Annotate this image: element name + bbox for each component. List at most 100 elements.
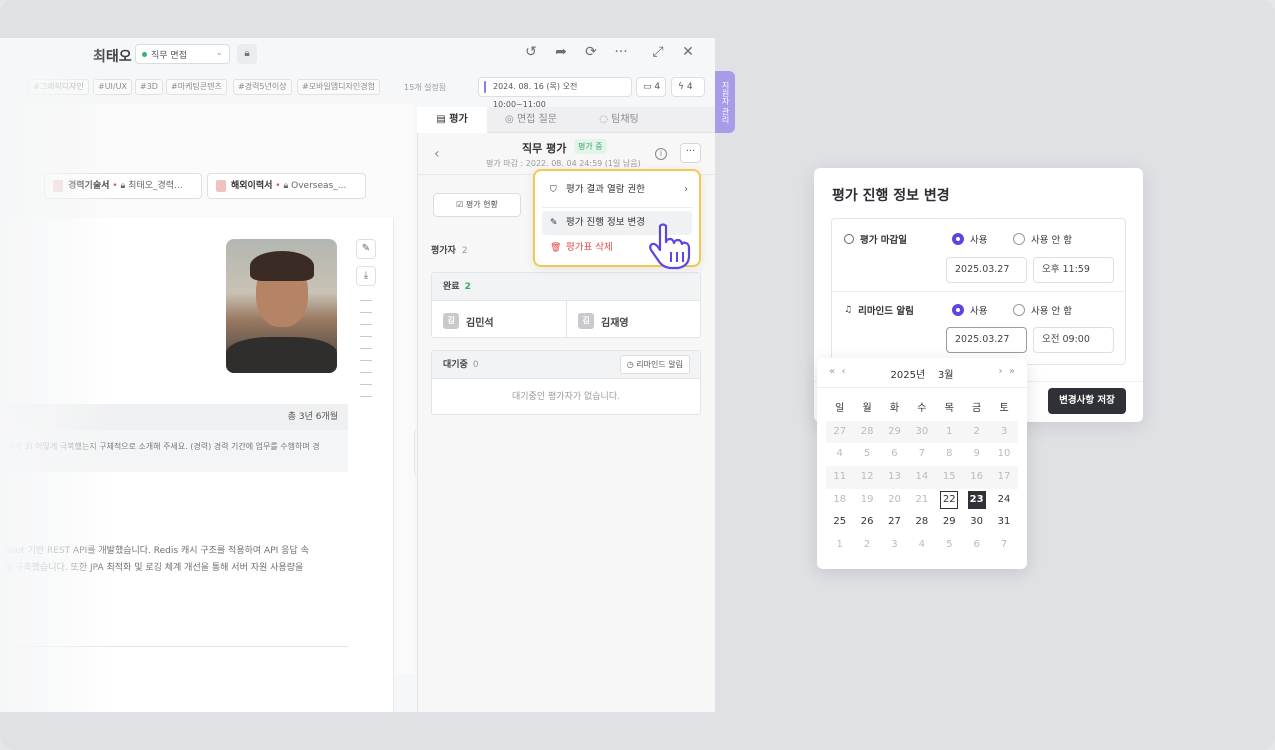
remind-notuse-radio[interactable]: 사용 안 함 xyxy=(1013,303,1072,317)
interview-date[interactable]: 2024. 08. 16 (목) 오전 10:00~11:00 xyxy=(478,77,632,109)
candidate-name: 최태오 xyxy=(93,49,132,65)
tag[interactable]: #경력5년이상 xyxy=(233,79,292,95)
target-icon xyxy=(844,234,854,244)
question-text: (자기 3) 어떻게 극복했는지 구체적으로 소개해 주세요. (경력) 경력 … xyxy=(0,430,348,472)
calendar-week: 18 19 20 21 22 23 24 xyxy=(826,489,1018,512)
calendar-day: 21 xyxy=(915,493,929,505)
share-icon[interactable]: ➦ xyxy=(551,44,571,60)
weekday-row: 일 월 화 수 목 금 토 xyxy=(835,403,1009,414)
double-chevron-right-icon[interactable]: » xyxy=(1009,366,1015,377)
calendar-day-selected[interactable]: 23 xyxy=(963,489,990,512)
deadline-date-field[interactable]: 2025.03.27 xyxy=(946,257,1027,283)
avatar: 김 xyxy=(443,313,459,329)
evaluator-item[interactable]: 김 김재영 xyxy=(578,313,629,329)
remind-button[interactable]: ◷ 리마인드 알림 xyxy=(619,355,690,374)
calendar-week: 4 5 6 7 8 9 10 xyxy=(826,443,1018,466)
more-icon[interactable]: ··· xyxy=(611,44,631,60)
deadline-notuse-radio[interactable]: 사용 안 함 xyxy=(1013,232,1072,246)
calendar-day: 14 xyxy=(915,471,929,483)
calendar-day: 18 xyxy=(833,493,847,505)
remind-use-radio[interactable]: 사용 xyxy=(952,303,987,317)
calendar-week: 1 2 3 4 5 6 7 xyxy=(826,534,1018,557)
chevron-right-icon[interactable]: › xyxy=(999,366,1003,377)
calendar-day[interactable]: 28 xyxy=(908,511,935,534)
tag[interactable]: #UI/UX xyxy=(93,79,132,95)
panel-title: 직무 평가 xyxy=(522,142,567,155)
calendar-day[interactable]: 29 xyxy=(936,511,963,534)
clock-icon: ◷ xyxy=(626,360,637,369)
stage-select[interactable]: 직무 면접 ⌄ xyxy=(135,44,230,64)
close-icon[interactable]: ✕ xyxy=(678,44,698,60)
next-nav: › » xyxy=(999,366,1015,377)
expand-icon[interactable]: ⤢ xyxy=(648,44,668,60)
save-button[interactable]: 변경사항 저장 xyxy=(1048,388,1126,414)
calendar-week: 27 28 29 30 1 2 3 xyxy=(826,420,1018,444)
menu-item-view-permission[interactable]: ⛉ 평가 결과 열람 권한 › xyxy=(542,178,692,202)
calendar-day: 8 xyxy=(946,448,953,460)
calendar-day: 20 xyxy=(888,493,901,505)
calendar-day[interactable]: 1 xyxy=(826,534,853,557)
calendar-day[interactable]: 6 xyxy=(963,534,990,557)
calendar-day: 3 xyxy=(1000,425,1008,437)
calendar-day: 4 xyxy=(836,448,843,460)
calendar-day[interactable]: 26 xyxy=(853,511,880,534)
deadline-use-radio[interactable]: 사용 xyxy=(952,232,987,246)
calendar-icon: ▭ xyxy=(643,82,655,92)
tag[interactable]: #그래픽디자인 xyxy=(28,79,89,95)
tag[interactable]: #모바일앱디자인경험 xyxy=(297,79,380,95)
attachment-career[interactable]: 경력기술서 • 🔒︎ 최태오_경력... xyxy=(44,173,202,199)
calendar-day[interactable]: 2 xyxy=(853,534,880,557)
evaluators-label: 평가자 2 xyxy=(431,246,468,256)
bolt-chip[interactable]: ϟ 4 xyxy=(671,77,705,97)
calendar-day[interactable]: 31 xyxy=(990,511,1017,534)
avatar: 김 xyxy=(578,313,594,329)
calendar-day: 19 xyxy=(860,493,874,505)
calendar-day: 10 xyxy=(997,448,1011,460)
stage-label: 직무 면접 xyxy=(151,50,187,61)
deadline-time-field[interactable]: 오후 11:59 xyxy=(1033,257,1114,283)
tag[interactable]: #마케팅콘텐츠 xyxy=(166,79,227,95)
tag[interactable]: #3D xyxy=(135,79,163,95)
download-icon[interactable]: ⤓ xyxy=(356,266,376,286)
calendar-day[interactable]: 27 xyxy=(881,511,908,534)
status-badge: 평가 중 xyxy=(574,139,607,154)
more-button[interactable]: ··· xyxy=(680,143,701,163)
refresh-icon[interactable]: ⟳ xyxy=(581,44,601,60)
edit-icon[interactable]: ✎ xyxy=(356,239,376,259)
back-icon[interactable]: ‹ xyxy=(434,146,440,162)
remind-time-field[interactable]: 오전 09:00 xyxy=(1033,327,1114,353)
calendar-day[interactable]: 4 xyxy=(908,534,935,557)
shield-icon: ⛉ xyxy=(550,185,557,195)
info-icon[interactable]: i xyxy=(655,148,667,160)
question-icon: ◎ xyxy=(505,114,517,125)
calendar-day[interactable]: 7 xyxy=(990,534,1017,557)
calendar-day: 11 xyxy=(833,471,847,483)
history-icon[interactable]: ↺ xyxy=(521,44,541,60)
calendar-day[interactable]: 5 xyxy=(936,534,963,557)
tab-evaluation[interactable]: ▤ 평가 xyxy=(417,107,487,133)
remind-date-field[interactable]: 2025.03.27 xyxy=(946,327,1027,353)
divider xyxy=(0,646,348,647)
status-button[interactable]: ☑ 평가 현황 xyxy=(433,193,521,217)
pdf-icon xyxy=(53,179,63,192)
chat-icon: ◌ xyxy=(599,114,612,125)
attachment-overseas[interactable]: 해외이력서 • 🔒︎ Overseas_... xyxy=(207,173,366,199)
scroll-ruler xyxy=(360,300,372,400)
calendar-day[interactable]: 3 xyxy=(881,534,908,557)
stage-dot xyxy=(142,51,147,57)
calendar-day: 17 xyxy=(997,471,1011,483)
trash-icon: 🗑︎ xyxy=(550,243,562,253)
evaluator-item[interactable]: 김 김민석 xyxy=(443,313,494,329)
calendar-day[interactable]: 24 xyxy=(990,489,1017,512)
calendar-day[interactable]: 30 xyxy=(963,511,990,534)
tab-team-chat[interactable]: ◌ 팀채팅 xyxy=(575,107,663,133)
chevron-right-icon: › xyxy=(684,184,688,195)
empty-text: 대기중인 평가자가 없습니다. xyxy=(512,392,620,402)
lock-icon[interactable]: 🔒︎ xyxy=(237,44,257,64)
calendar-chip[interactable]: ▭ 4 xyxy=(636,77,666,97)
calendar-day: 16 xyxy=(970,471,984,483)
tab-interview-questions[interactable]: ◎ 면접 질문 xyxy=(487,107,575,133)
side-tab[interactable]: 지원자 관리 xyxy=(715,71,735,133)
calendar-day-today[interactable]: 22 xyxy=(936,489,963,512)
calendar-day[interactable]: 25 xyxy=(826,511,853,534)
